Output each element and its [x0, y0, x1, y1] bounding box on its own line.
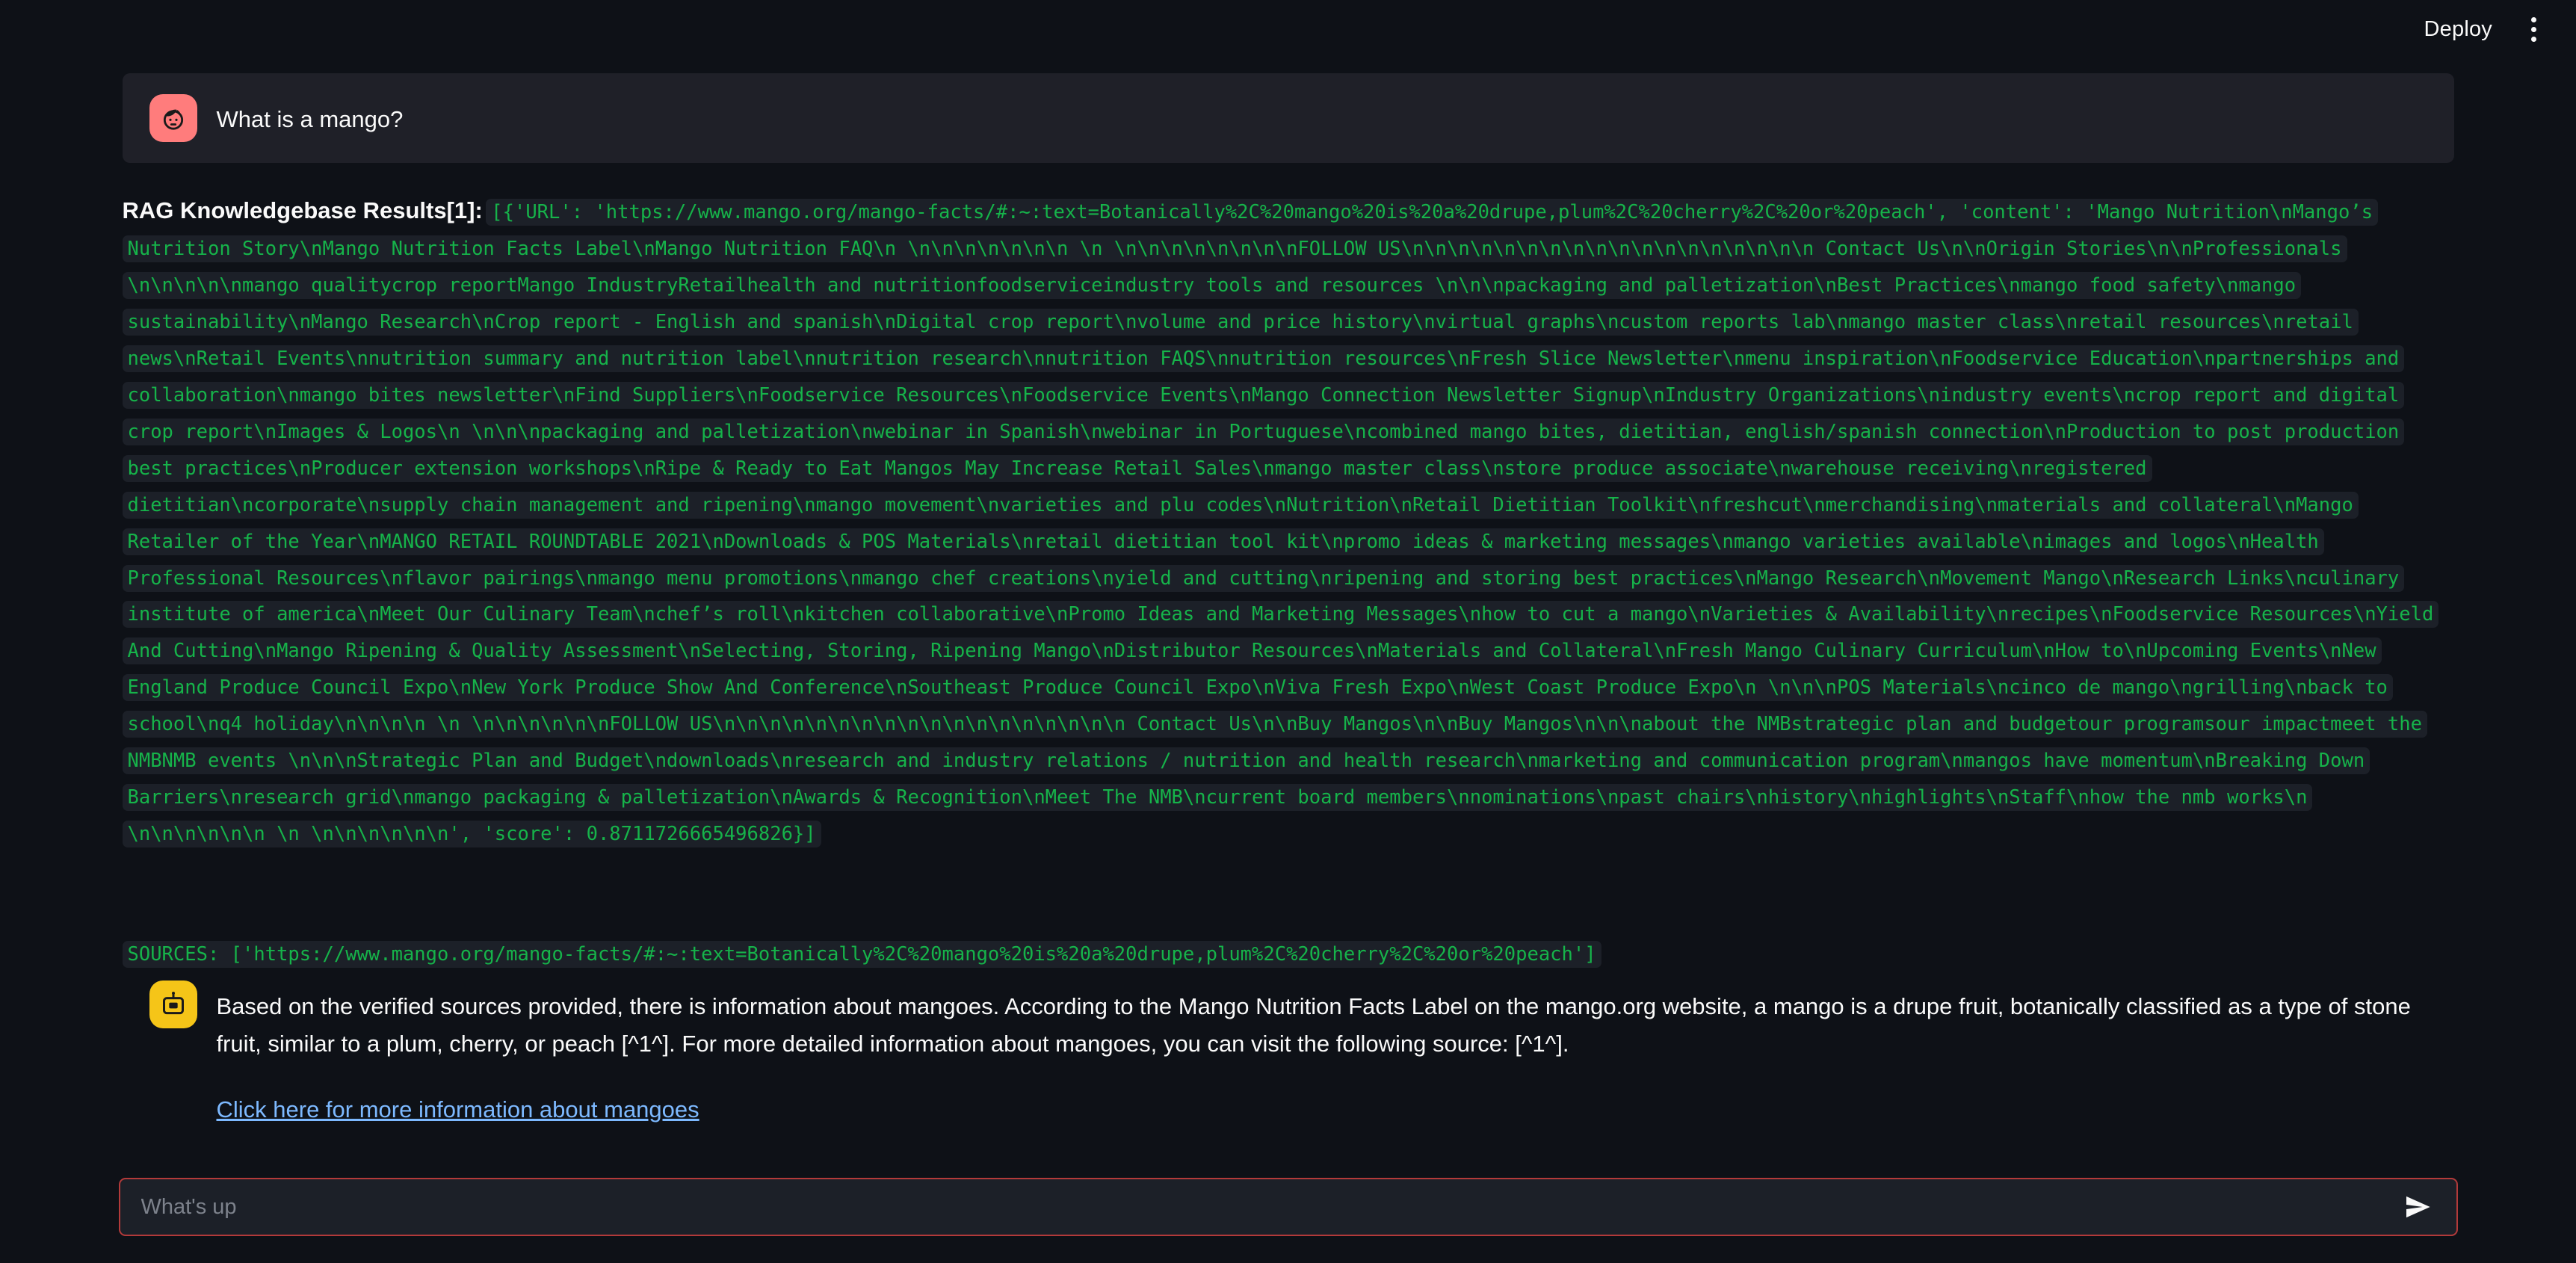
deploy-button[interactable]: Deploy — [2411, 8, 2506, 51]
sources-section: SOURCES: ['https://www.mango.org/mango-f… — [122, 936, 2454, 973]
assistant-message-text: Based on the verified sources provided, … — [216, 993, 2411, 1057]
source-link[interactable]: Click here for more information about ma… — [217, 1096, 699, 1123]
rag-results-payload: [{'URL': 'https://www.mango.org/mango-fa… — [122, 199, 2439, 848]
assistant-avatar-icon — [149, 981, 197, 1029]
chat-input-container[interactable] — [118, 1178, 2458, 1236]
chat-input[interactable] — [139, 1193, 2398, 1220]
menu-dot — [2530, 36, 2536, 42]
rag-results-section: RAG Knowledgebase Results[1]: [{'URL': '… — [122, 176, 2454, 853]
app-toolbar: Deploy — [0, 0, 2576, 58]
main-content: What is a mango? RAG Knowledgebase Resul… — [0, 58, 2576, 1131]
sources-text: SOURCES: ['https://www.mango.org/mango-f… — [122, 941, 1601, 969]
more-vertical-icon[interactable] — [2510, 6, 2557, 52]
user-message-text: What is a mango? — [216, 106, 404, 132]
user-chat-message: What is a mango? — [122, 73, 2454, 163]
rag-results-label: RAG Knowledgebase Results[1]: — [122, 197, 483, 223]
streamlit-app-root: Deploy What is a mango? RAG Knowledgebas… — [0, 0, 2576, 1263]
menu-dot — [2530, 26, 2536, 32]
send-arrow-icon[interactable] — [2398, 1188, 2437, 1226]
assistant-chat-message: Based on the verified sources provided, … — [123, 973, 2454, 1130]
user-avatar-icon — [149, 94, 197, 142]
chat-input-bar — [0, 1151, 2576, 1263]
content-block: What is a mango? RAG Knowledgebase Resul… — [122, 73, 2454, 1131]
menu-dot — [2530, 16, 2536, 22]
